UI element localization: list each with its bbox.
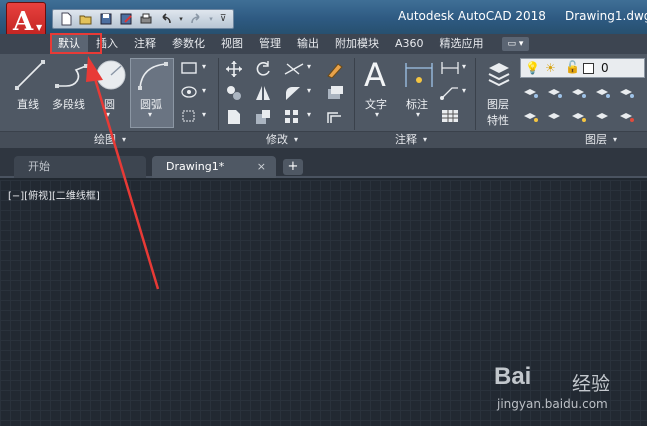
autocad-window: ▾ ▾ ⊽ Autodesk AutoCAD 2018 Drawing1.dwg… bbox=[0, 0, 647, 426]
annotation-arrow-icon bbox=[86, 56, 160, 290]
